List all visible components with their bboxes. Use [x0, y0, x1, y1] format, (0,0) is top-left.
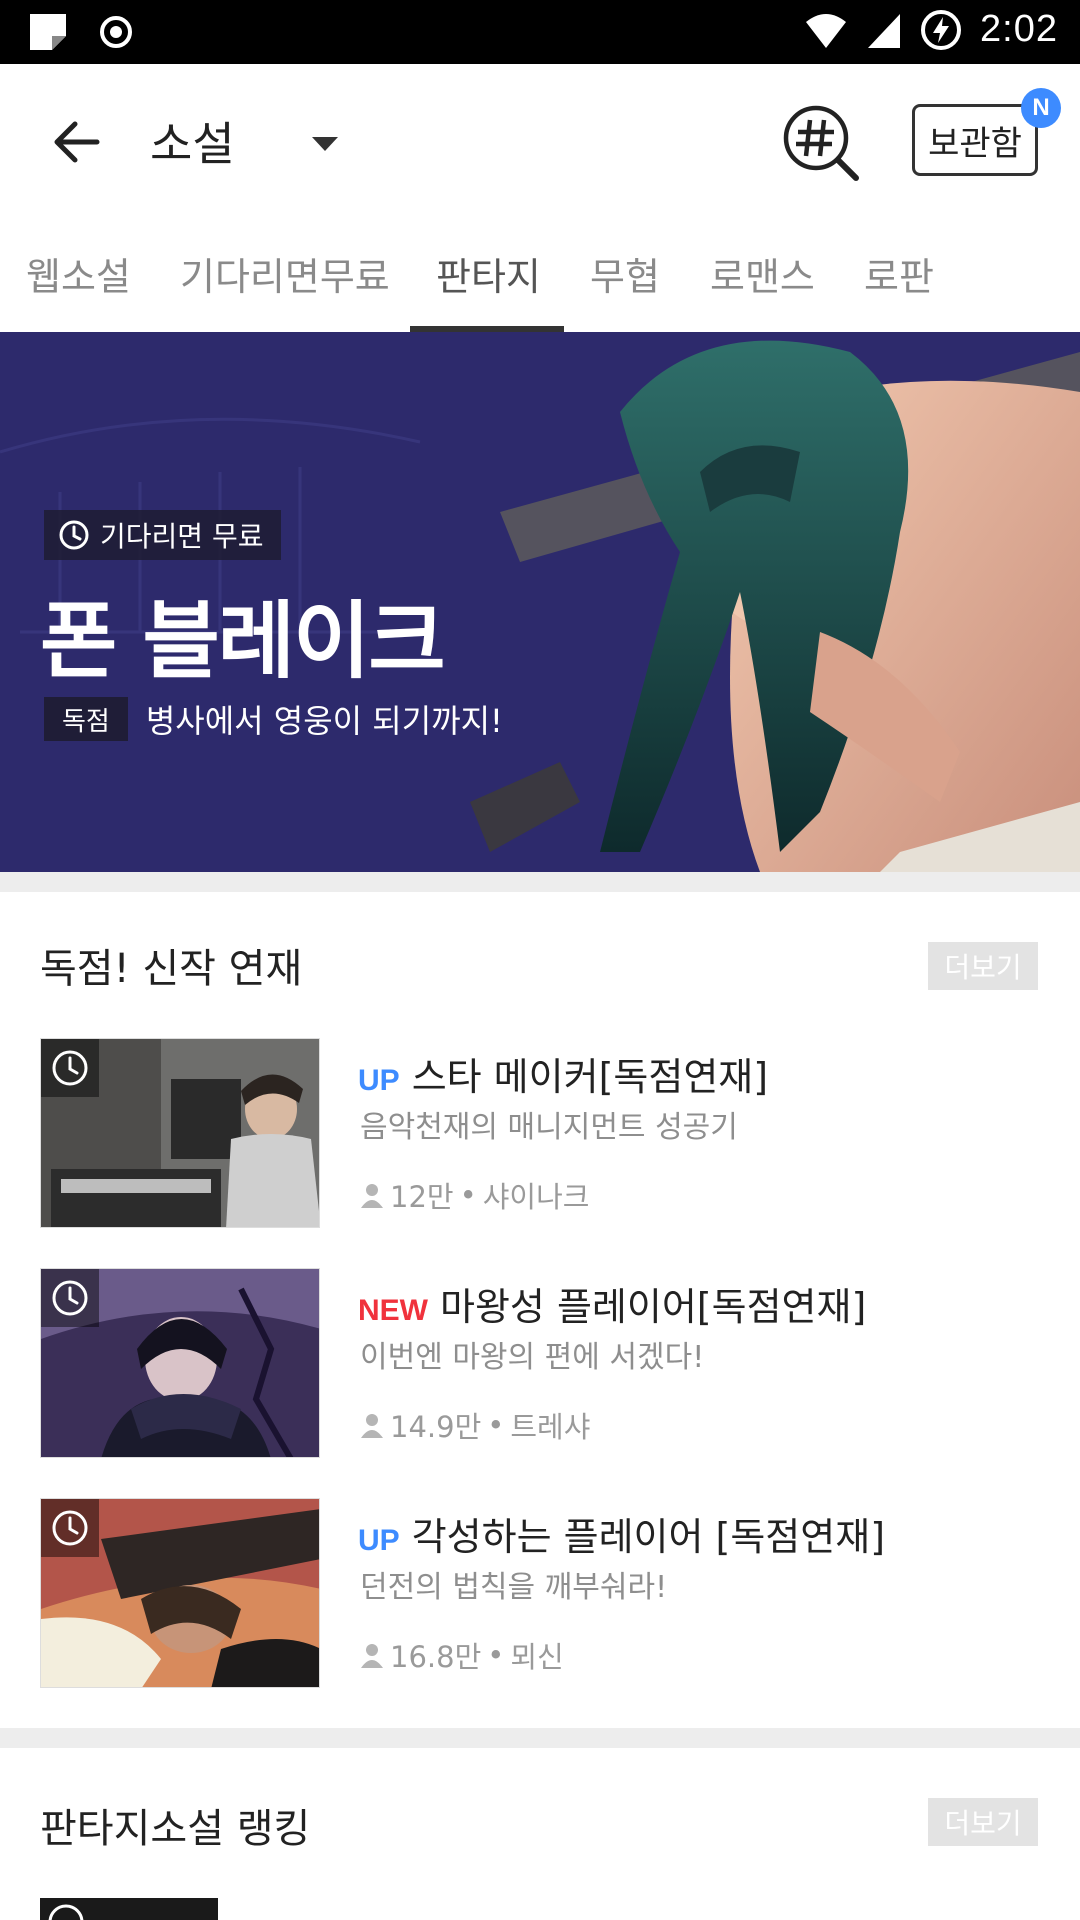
- category-dropdown[interactable]: [300, 124, 350, 164]
- section-title-new: 독점! 신작 연재: [40, 946, 303, 992]
- hashtag-search-icon: [783, 105, 859, 181]
- wait-free-clock-icon: [41, 1499, 99, 1557]
- tab-fantasy[interactable]: 판타지: [436, 246, 541, 301]
- exclusive-tag: 독점: [44, 697, 128, 741]
- person-icon: [361, 1414, 383, 1438]
- thumbnail: [40, 1268, 320, 1458]
- more-button-ranking[interactable]: 더보기: [928, 1798, 1038, 1846]
- tab-romance-fantasy[interactable]: 로판: [864, 246, 934, 301]
- caret-down-icon: [312, 137, 338, 151]
- app-bar: 소설 보관함 N: [0, 64, 1080, 214]
- clock-time: 2:02: [980, 8, 1058, 50]
- item-title: 마왕성 플레이어[독점연재]: [440, 1285, 867, 1329]
- wait-free-clock-icon: [41, 1269, 99, 1327]
- section-divider: [0, 872, 1080, 892]
- section-title-ranking: 판타지소설 랭킹: [40, 1806, 311, 1852]
- wait-free-label: 기다리면 무료: [100, 520, 264, 553]
- section-divider: [0, 1728, 1080, 1748]
- featured-banner[interactable]: 기다리면 무료 폰 블레이크 독점 병사에서 영웅이 되기까지!: [0, 332, 1080, 872]
- person-icon: [361, 1184, 383, 1208]
- item-description: 이번엔 마왕의 편에 서겠다!: [360, 1340, 705, 1375]
- back-button[interactable]: [40, 106, 112, 178]
- meta-separator: •: [487, 1408, 505, 1442]
- tab-websoseol[interactable]: 웹소설: [26, 246, 131, 301]
- sticky-note-icon: [30, 14, 66, 50]
- author-name: 뫼신: [510, 1640, 564, 1674]
- up-flag: UP: [358, 1064, 400, 1097]
- item-title-row: NEW 마왕성 플레이어[독점연재]: [358, 1276, 866, 1331]
- list-item[interactable]: UP 각성하는 플레이어 [독점연재] 던전의 법칙을 깨부숴라! 16.8만 …: [40, 1498, 1040, 1688]
- item-meta: 12만 • 샤이나크: [360, 1174, 589, 1216]
- locker-button[interactable]: 보관함: [912, 104, 1038, 176]
- banner-subtitle: 병사에서 영웅이 되기까지!: [145, 702, 503, 740]
- item-title: 스타 메이커[독점연재]: [411, 1055, 769, 1099]
- arrow-left-icon: [54, 121, 100, 163]
- wait-free-badge: 기다리면 무료: [44, 510, 282, 560]
- record-icon: [100, 16, 132, 48]
- new-badge: N: [1021, 88, 1061, 128]
- tab-wait-free[interactable]: 기다리면무료: [180, 246, 390, 301]
- battery-charging-icon: [921, 9, 962, 50]
- status-bar: 2:02: [0, 0, 1080, 64]
- ranking-item-thumbnail[interactable]: [40, 1898, 218, 1920]
- view-count: 16.8만: [390, 1640, 482, 1674]
- view-count: 14.9만: [390, 1410, 482, 1444]
- banner-subtitle-row: 독점 병사에서 영웅이 되기까지!: [44, 696, 503, 742]
- up-flag: UP: [358, 1524, 400, 1557]
- tab-martial-arts[interactable]: 무협: [590, 246, 660, 301]
- item-meta: 14.9만 • 트레샤: [360, 1404, 590, 1446]
- item-meta: 16.8만 • 뫼신: [360, 1634, 564, 1676]
- view-count: 12만: [390, 1180, 454, 1214]
- item-title: 각성하는 플레이어 [독점연재]: [411, 1515, 886, 1559]
- item-description: 던전의 법칙을 깨부숴라!: [360, 1570, 668, 1605]
- item-title-row: UP 각성하는 플레이어 [독점연재]: [358, 1506, 885, 1561]
- genre-tabs: 웹소설 기다리면무료 판타지 무협 로맨스 로판: [0, 214, 1080, 332]
- page-title[interactable]: 소설: [150, 108, 235, 174]
- list-item[interactable]: NEW 마왕성 플레이어[독점연재] 이번엔 마왕의 편에 서겠다! 14.9만…: [40, 1268, 1040, 1458]
- wait-free-clock-icon: [48, 1904, 84, 1920]
- thumbnail: [40, 1038, 320, 1228]
- author-name: 트레샤: [510, 1410, 591, 1444]
- meta-separator: •: [487, 1638, 505, 1672]
- banner-title: 폰 블레이크: [40, 592, 446, 690]
- item-description: 음악천재의 매니지먼트 성공기: [360, 1110, 738, 1145]
- wifi-icon: [806, 13, 847, 48]
- tab-romance[interactable]: 로맨스: [710, 246, 815, 301]
- item-title-row: UP 스타 메이커[독점연재]: [358, 1046, 768, 1101]
- author-name: 샤이나크: [482, 1180, 590, 1214]
- clock-icon: [59, 520, 89, 550]
- list-item[interactable]: UP 스타 메이커[독점연재] 음악천재의 매니지먼트 성공기 12만 • 샤이…: [40, 1038, 1040, 1228]
- more-button-new[interactable]: 더보기: [928, 942, 1038, 990]
- thumbnail: [40, 1498, 320, 1688]
- signal-icon: [868, 13, 901, 48]
- new-flag: NEW: [358, 1294, 428, 1327]
- hashtag-search-button[interactable]: [780, 102, 862, 184]
- meta-separator: •: [459, 1178, 477, 1212]
- person-icon: [361, 1644, 383, 1668]
- wait-free-clock-icon: [41, 1039, 99, 1097]
